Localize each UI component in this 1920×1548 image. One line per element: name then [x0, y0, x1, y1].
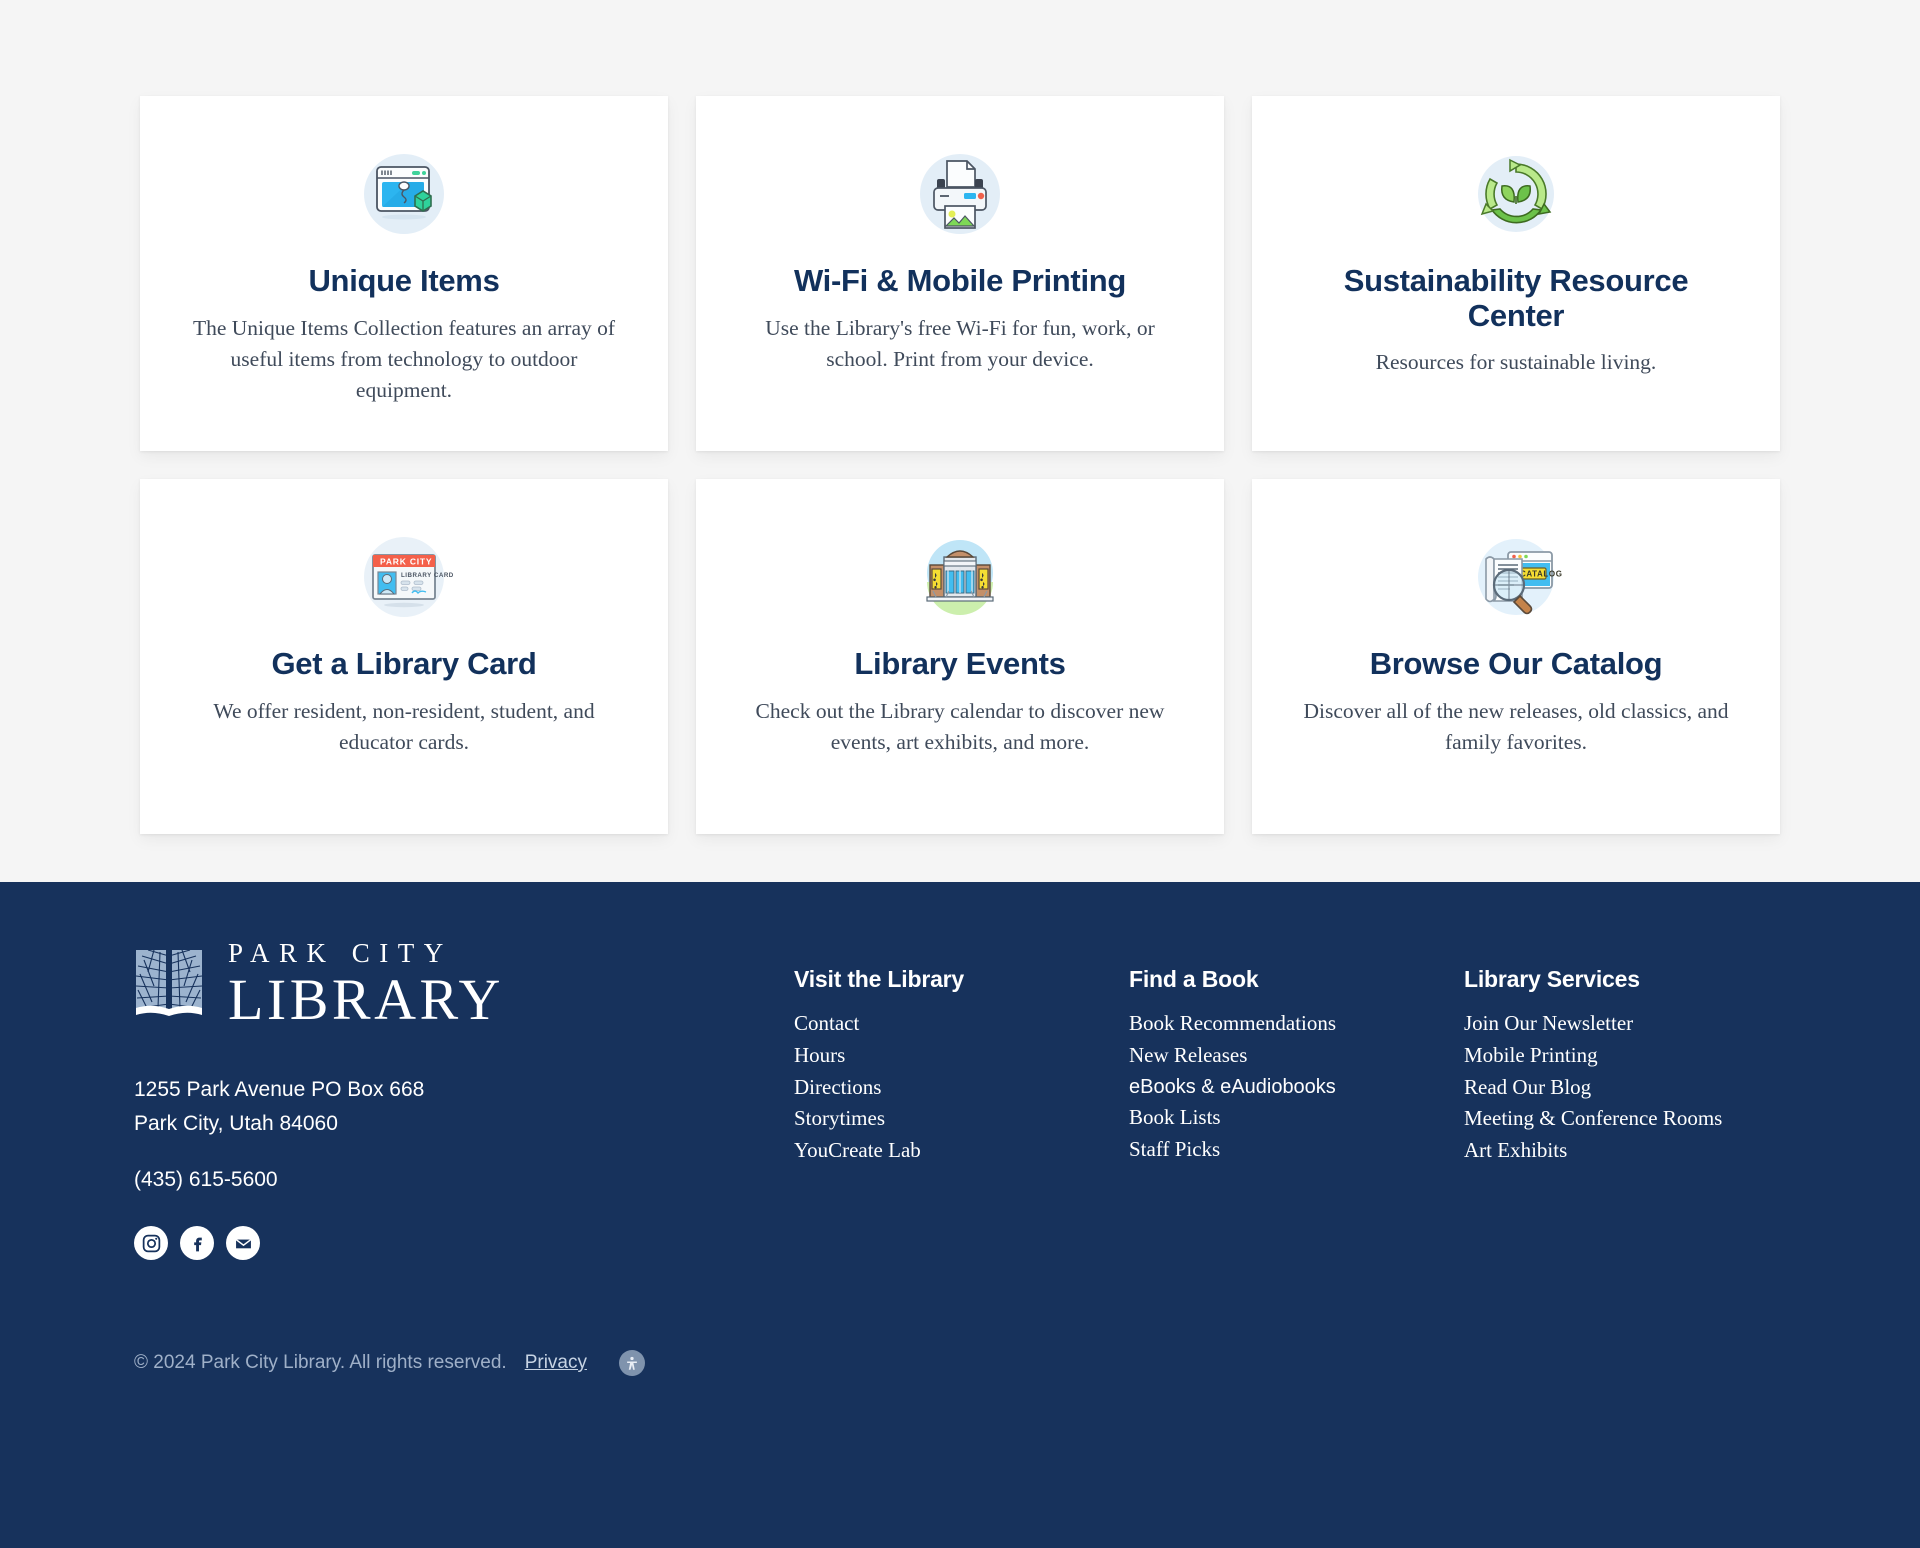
card-title: Unique Items: [308, 263, 500, 298]
site-footer: PARK CITY LIBRARY 1255 Park Avenue PO Bo…: [0, 882, 1920, 1548]
accessibility-icon[interactable]: [618, 1350, 645, 1377]
card-description: Resources for sustainable living.: [1375, 350, 1657, 375]
unique-items-icon: [352, 142, 456, 246]
footer-link-read-our-blog[interactable]: Read Our Blog: [1464, 1073, 1722, 1103]
card-title: Browse Our Catalog: [1369, 646, 1663, 681]
footer-phone[interactable]: (435) 615-5600: [134, 1168, 794, 1192]
library-building-icon: [908, 525, 1012, 629]
footer-column-title: Find a Book: [1129, 966, 1259, 992]
feature-card-sustainability-resource-center[interactable]: Sustainability Resource Center Resources…: [1252, 96, 1780, 451]
card-title: Wi-Fi & Mobile Printing: [793, 263, 1127, 298]
privacy-link[interactable]: Privacy: [525, 1352, 587, 1374]
feature-cards-section: Unique Items The Unique Items Collection…: [0, 0, 1920, 882]
footer-logo[interactable]: PARK CITY LIBRARY: [134, 940, 794, 1029]
card-description: Check out the Library calendar to discov…: [755, 698, 1165, 754]
instagram-icon[interactable]: [134, 1226, 168, 1261]
social-links: [134, 1226, 794, 1261]
feature-card-grid: Unique Items The Unique Items Collection…: [140, 96, 1780, 834]
footer-link-book-lists[interactable]: Book Lists: [1129, 1103, 1464, 1133]
footer-link-ebooks-eaudiobooks[interactable]: eBooks & eAudiobooks: [1129, 1073, 1464, 1101]
footer-link-art-exhibits[interactable]: Art Exhibits: [1464, 1136, 1722, 1166]
feature-card-unique-items[interactable]: Unique Items The Unique Items Collection…: [140, 96, 668, 451]
catalog-search-icon: CATALOG: [1464, 525, 1568, 629]
recycle-leaf-icon: [1464, 142, 1568, 246]
address-line-1: 1255 Park Avenue PO Box 668: [134, 1078, 425, 1101]
logo-line-1: PARK CITY: [228, 938, 453, 968]
footer-link-youcreate-lab[interactable]: YouCreate Lab: [794, 1136, 1129, 1166]
feature-card-wifi-mobile-printing[interactable]: Wi-Fi & Mobile Printing Use the Library'…: [696, 96, 1224, 451]
svg-text:LIBRARY CARD: LIBRARY CARD: [401, 572, 454, 579]
footer-column-title: Visit the Library: [794, 966, 965, 992]
footer-link-staff-picks[interactable]: Staff Picks: [1129, 1135, 1464, 1165]
card-description: Use the Library's free Wi-Fi for fun, wo…: [765, 315, 1155, 371]
footer-link-columns: Visit the Library Contact Hours Directio…: [794, 966, 1722, 1168]
footer-column-title: Library Services: [1464, 966, 1640, 992]
footer-bottom-bar: © 2024 Park City Library. All rights res…: [110, 1350, 1810, 1377]
address-line-2: Park City, Utah 84060: [134, 1112, 338, 1136]
library-card-icon: PARK CITY LIBRARY CARD: [352, 525, 456, 629]
feature-card-browse-our-catalog[interactable]: CATALOG Browse Our Catalog Discover all …: [1252, 479, 1780, 834]
footer-column-visit-the-library: Visit the Library Contact Hours Directio…: [794, 966, 1129, 1168]
open-book-leaf-icon: [134, 946, 204, 1024]
logo-line-2: LIBRARY: [228, 967, 504, 1032]
email-icon[interactable]: [226, 1226, 260, 1261]
footer-brand-block: PARK CITY LIBRARY 1255 Park Avenue PO Bo…: [134, 940, 794, 1261]
footer-link-hours[interactable]: Hours: [794, 1041, 1129, 1071]
card-description: The Unique Items Collection features an …: [192, 315, 616, 402]
footer-link-meeting-conference-rooms[interactable]: Meeting & Conference Rooms: [1464, 1104, 1722, 1134]
svg-text:CATALOG: CATALOG: [1520, 570, 1563, 579]
footer-link-join-our-newsletter[interactable]: Join Our Newsletter: [1464, 1009, 1722, 1039]
svg-text:PARK CITY: PARK CITY: [380, 557, 432, 567]
footer-link-new-releases[interactable]: New Releases: [1129, 1041, 1464, 1071]
card-title: Sustainability Resource Center: [1343, 263, 1689, 333]
card-title: Get a Library Card: [271, 646, 537, 681]
footer-link-book-recommendations[interactable]: Book Recommendations: [1129, 1009, 1464, 1039]
card-title: Library Events: [854, 646, 1066, 681]
printer-icon: [908, 142, 1012, 246]
feature-card-library-events[interactable]: Library Events Check out the Library cal…: [696, 479, 1224, 834]
card-description: We offer resident, non-resident, student…: [213, 698, 595, 754]
footer-link-storytimes[interactable]: Storytimes: [794, 1104, 1129, 1134]
footer-column-find-a-book: Find a Book Book Recommendations New Rel…: [1129, 966, 1464, 1168]
footer-main-row: PARK CITY LIBRARY 1255 Park Avenue PO Bo…: [110, 940, 1810, 1261]
footer-address: 1255 Park Avenue PO Box 668 Park City, U…: [134, 1073, 794, 1141]
copyright-text: © 2024 Park City Library. All rights res…: [134, 1352, 507, 1374]
footer-link-contact[interactable]: Contact: [794, 1009, 1129, 1039]
footer-link-mobile-printing[interactable]: Mobile Printing: [1464, 1041, 1722, 1071]
feature-card-get-a-library-card[interactable]: PARK CITY LIBRARY CARD Get a Library Car…: [140, 479, 668, 834]
footer-column-library-services: Library Services Join Our Newsletter Mob…: [1464, 966, 1722, 1168]
facebook-icon[interactable]: [180, 1226, 214, 1261]
footer-link-directions[interactable]: Directions: [794, 1073, 1129, 1103]
card-description: Discover all of the new releases, old cl…: [1303, 698, 1729, 754]
